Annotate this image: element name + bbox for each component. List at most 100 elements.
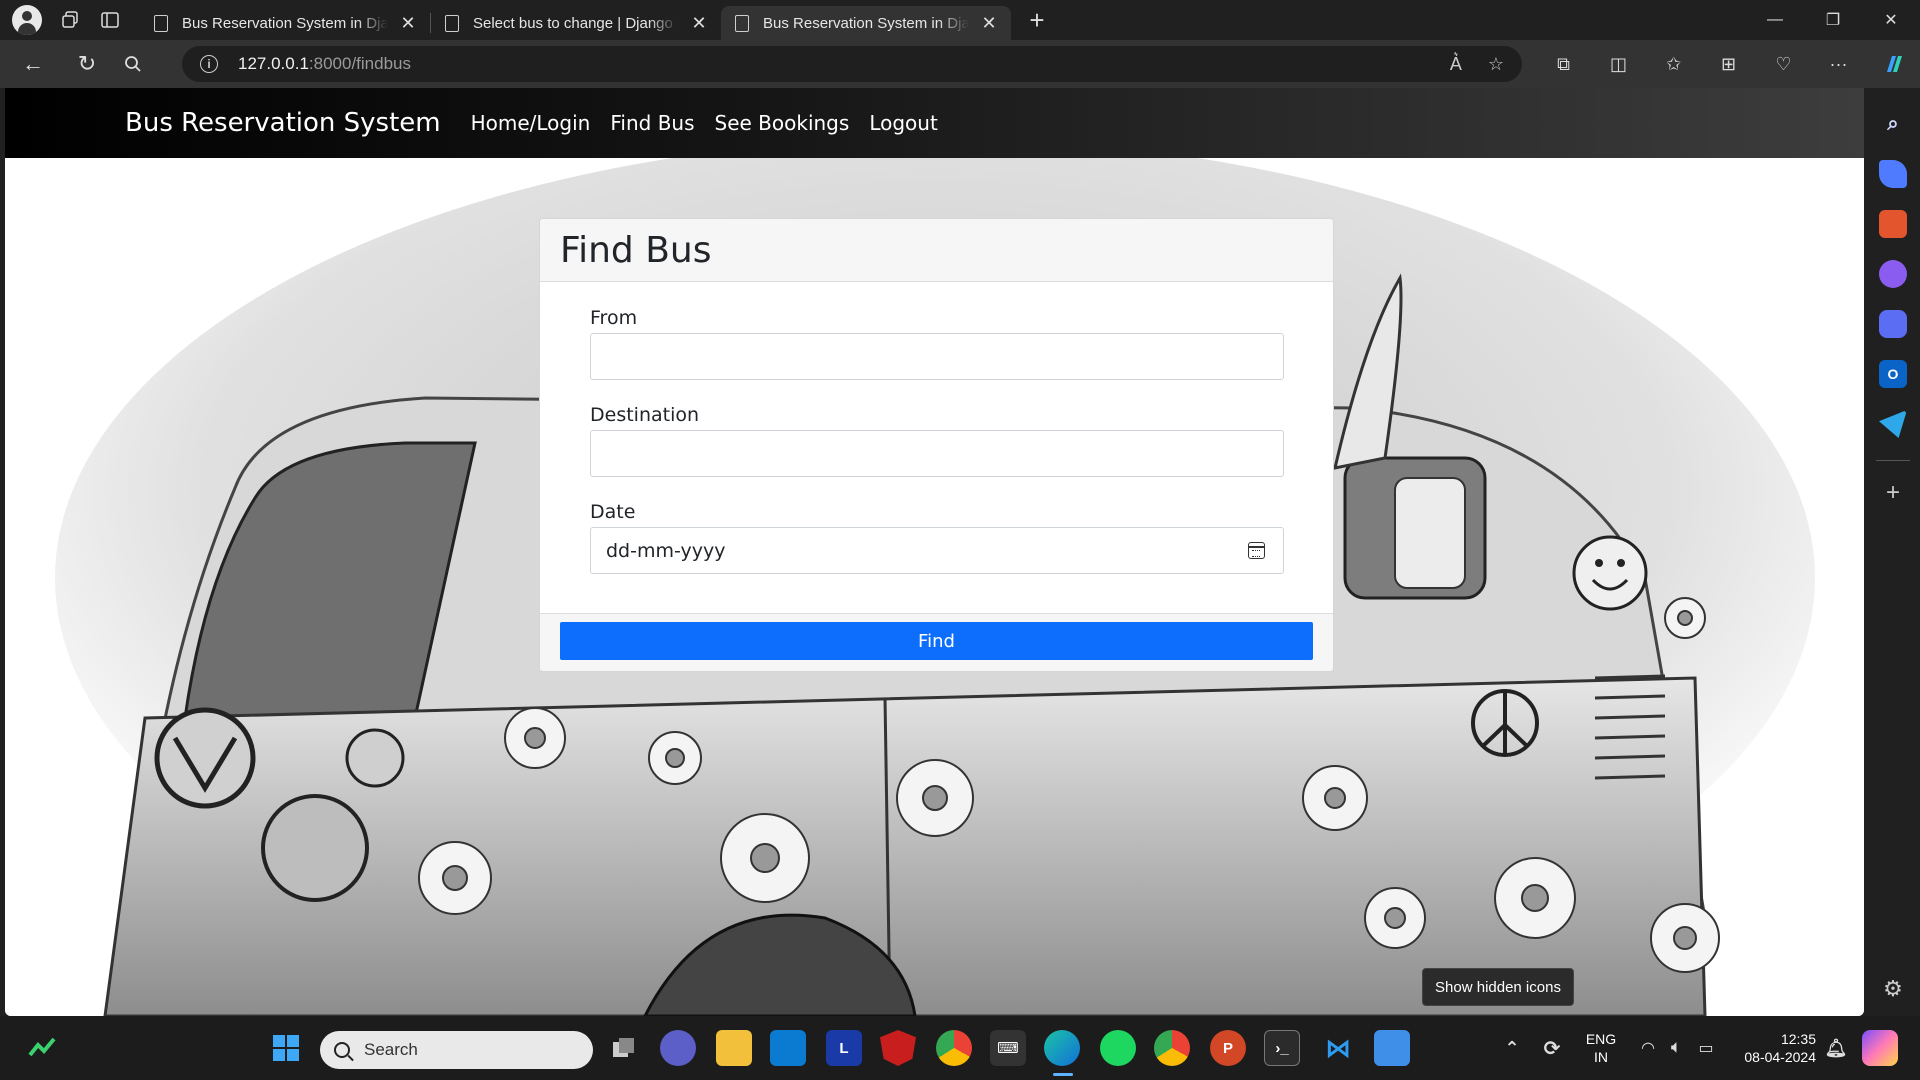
close-tab-icon[interactable]: ✕ <box>687 11 711 35</box>
sidebar-divider <box>1876 460 1910 461</box>
more-options-icon[interactable]: ··· <box>1811 40 1866 88</box>
vscode-icon[interactable]: ⋈ <box>1320 1030 1356 1066</box>
taskbar-search-placeholder: Search <box>364 1040 418 1059</box>
collections-icon[interactable]: ⊞ <box>1701 40 1756 88</box>
find-button[interactable]: Find <box>560 622 1313 660</box>
close-window-icon[interactable]: ✕ <box>1862 0 1920 40</box>
destination-label: Destination <box>590 404 700 426</box>
edge-browser-icon[interactable] <box>1044 1030 1080 1066</box>
nav-link-home-login[interactable]: Home/Login <box>471 111 591 135</box>
sidebar-settings-gear-icon[interactable]: ⚙ <box>1883 976 1903 1002</box>
add-sidebar-app-icon[interactable]: + <box>1886 479 1900 507</box>
site-info-icon[interactable]: i <box>200 55 218 73</box>
spotify-icon[interactable] <box>1100 1030 1136 1066</box>
destination-input[interactable] <box>590 430 1284 477</box>
from-label: From <box>590 307 638 329</box>
page-icon <box>735 14 749 32</box>
date-placeholder: dd-mm-yyyy <box>606 539 726 562</box>
app-l-icon[interactable]: L <box>826 1030 862 1066</box>
sidebar-search-icon[interactable]: ⌕ <box>1879 110 1907 138</box>
from-input[interactable] <box>590 333 1284 380</box>
split-screen-icon[interactable]: ◫ <box>1591 40 1646 88</box>
shopping-tag-icon[interactable] <box>1879 160 1907 188</box>
clock[interactable]: 12:35 08-04-2024 <box>1726 1030 1816 1066</box>
clock-time: 12:35 <box>1780 1031 1816 1047</box>
send-icon[interactable] <box>1879 410 1907 438</box>
read-aloud-icon[interactable]: A͛ <box>1450 54 1462 75</box>
game-controller-icon[interactable]: ⌨ <box>990 1030 1026 1066</box>
copilot-icon[interactable] <box>1866 40 1920 88</box>
profile-avatar-icon[interactable] <box>12 5 42 35</box>
browser-essentials-icon[interactable]: ♡ <box>1756 40 1811 88</box>
language-code: ENG <box>1585 1031 1617 1047</box>
date-label: Date <box>590 501 636 523</box>
show-hidden-icons-chevron[interactable]: ⌃ <box>1494 1030 1530 1066</box>
clock-date: 08-04-2024 <box>1744 1049 1816 1065</box>
search-icon[interactable] <box>110 44 156 84</box>
outlook-icon[interactable]: O <box>1879 360 1907 388</box>
navbar-brand[interactable]: Bus Reservation System <box>125 108 441 138</box>
tab-2[interactable]: Select bus to change | Django site admin… <box>431 6 721 40</box>
mcafee-icon[interactable] <box>880 1030 916 1066</box>
tab-1[interactable]: Bus Reservation System in Django ✕ <box>140 6 430 40</box>
new-tab-icon[interactable]: + <box>1019 2 1055 38</box>
language-indicator[interactable]: ENG IN <box>1580 1030 1622 1066</box>
url-host: 127.0.0.1 <box>238 54 309 73</box>
card-header: Find Bus <box>540 219 1333 282</box>
nav-link-find-bus[interactable]: Find Bus <box>610 111 694 135</box>
windows-start-icon[interactable] <box>268 1030 304 1066</box>
favorites-icon[interactable]: ✩ <box>1646 40 1701 88</box>
page-viewport: Bus Reservation System Home/Login Find B… <box>5 88 1864 1016</box>
edge-active-indicator <box>1053 1073 1073 1076</box>
page-icon <box>445 14 459 32</box>
chrome-profile-2-icon[interactable] <box>1154 1030 1190 1066</box>
file-explorer-icon[interactable] <box>716 1030 752 1066</box>
page-icon <box>154 14 168 32</box>
sync-status-icon[interactable]: ⟳ <box>1534 1030 1570 1066</box>
find-bus-form: From Destination Date dd-mm-yyyy <box>540 282 1333 613</box>
minimize-icon[interactable]: — <box>1746 0 1804 40</box>
nav-link-logout[interactable]: Logout <box>869 111 937 135</box>
photos-app-icon[interactable] <box>1374 1030 1410 1066</box>
tools-briefcase-icon[interactable] <box>1879 210 1907 238</box>
notifications-bell-icon[interactable]: 🔔︎ <box>1818 1030 1854 1066</box>
tab-3-active[interactable]: Bus Reservation System in Django ✕ <box>721 6 1011 40</box>
terminal-icon[interactable]: ›_ <box>1264 1030 1300 1066</box>
find-bus-card: Find Bus From Destination Date dd-mm-yyy… <box>539 218 1334 672</box>
back-arrow-icon[interactable]: ← <box>10 44 56 84</box>
task-view-icon[interactable] <box>606 1030 642 1066</box>
tab-title: Bus Reservation System in Django <box>763 14 969 32</box>
restore-icon[interactable]: ❐ <box>1804 0 1862 40</box>
battery-icon[interactable]: ▭ <box>1688 1030 1724 1066</box>
close-tab-icon[interactable]: ✕ <box>396 11 420 35</box>
games-icon[interactable] <box>1879 260 1907 288</box>
copilot-sidebar-icon[interactable] <box>1879 310 1907 338</box>
date-input[interactable]: dd-mm-yyyy <box>590 527 1284 574</box>
browser-toolbar-icons: ⧉ ◫ ✩ ⊞ ♡ ··· <box>1536 40 1920 88</box>
vertical-tabs-icon[interactable] <box>90 0 130 40</box>
microsoft-store-icon[interactable] <box>770 1030 806 1066</box>
edge-sidebar: ⌕ O + ⚙ <box>1866 88 1920 1016</box>
chrome-profile-1-icon[interactable] <box>936 1030 972 1066</box>
tab-title: Select bus to change | Django site admin <box>473 14 679 32</box>
show-hidden-icons-tooltip: Show hidden icons <box>1422 968 1574 1006</box>
favorite-star-icon[interactable]: ☆ <box>1488 54 1504 75</box>
browser-titlebar: Bus Reservation System in Django ✕ Selec… <box>0 0 1920 40</box>
workspaces-icon[interactable] <box>50 0 90 40</box>
teams-chat-icon[interactable] <box>660 1030 696 1066</box>
nvidia-widget-icon[interactable] <box>24 1030 60 1066</box>
powerpoint-icon[interactable]: P <box>1210 1030 1246 1066</box>
refresh-icon[interactable]: ↻ <box>64 44 110 84</box>
site-navbar: Bus Reservation System Home/Login Find B… <box>5 88 1864 158</box>
taskbar-search[interactable]: Search <box>320 1031 593 1069</box>
calendar-icon[interactable] <box>1248 542 1265 559</box>
windows-taskbar: Search L ⌨ P ›_ ⋈ ⌃ ⟳ ENG IN ◠ 🔈︎ ▭ 12:3… <box>0 1016 1920 1080</box>
extensions-icon[interactable]: ⧉ <box>1536 40 1591 88</box>
card-footer: Find <box>540 613 1333 671</box>
window-controls: — ❐ ✕ <box>1746 0 1920 40</box>
nav-link-see-bookings[interactable]: See Bookings <box>715 111 850 135</box>
url-bar[interactable]: i 127.0.0.1:8000/findbus A͛ ☆ <box>182 46 1522 82</box>
close-tab-icon[interactable]: ✕ <box>977 11 1001 35</box>
copilot-taskbar-icon[interactable] <box>1862 1030 1898 1066</box>
search-icon <box>334 1042 350 1058</box>
